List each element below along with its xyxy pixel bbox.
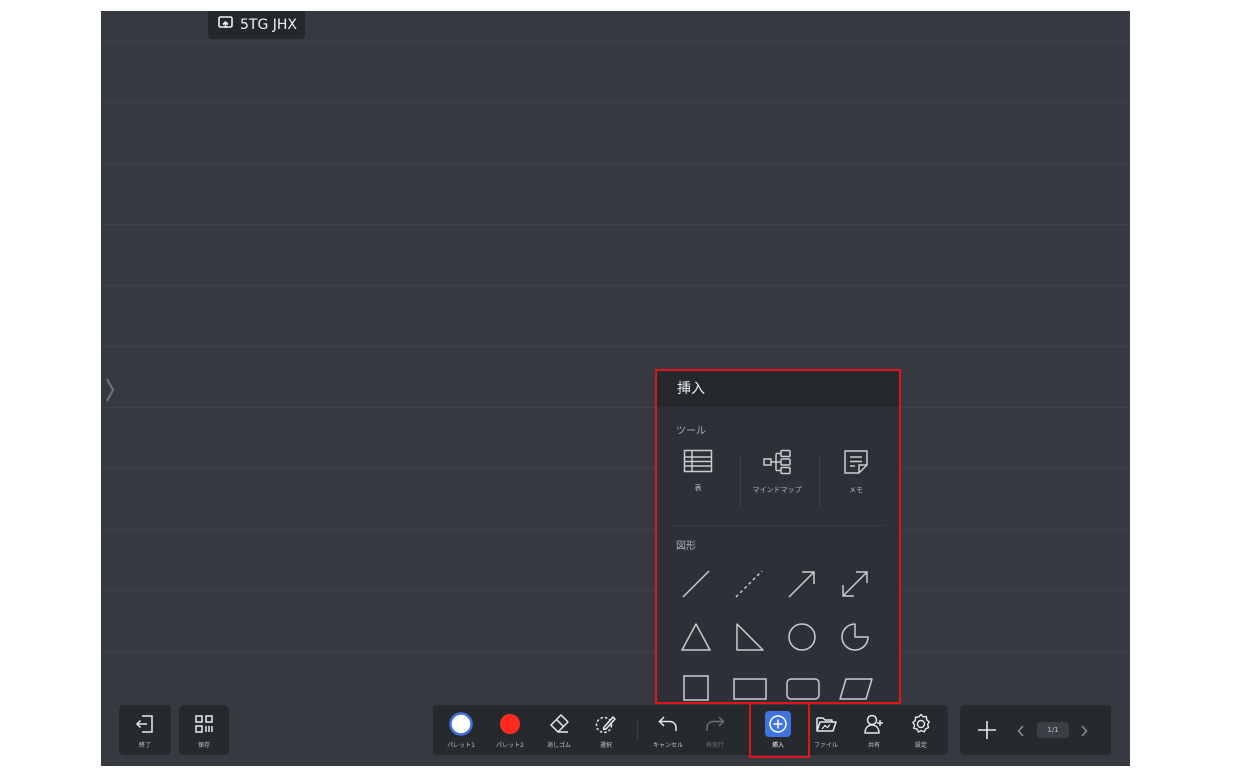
grid-line [101, 529, 1130, 530]
add-user-icon [862, 712, 886, 736]
palette2-swatch-icon [498, 712, 522, 736]
room-code-badge[interactable]: 5TG JHX [208, 11, 306, 39]
grid-line [101, 41, 1130, 42]
redo-icon [703, 712, 727, 736]
chevron-right-icon [1081, 725, 1088, 737]
grid-line [101, 102, 1130, 103]
eraser-button[interactable]: 消しゴム [537, 705, 581, 755]
grid-line [101, 285, 1130, 286]
settings-button[interactable]: 設定 [899, 705, 943, 755]
plus-icon [978, 721, 996, 739]
undo-label: キャンセル [652, 742, 683, 749]
room-code: 5TG JHX [240, 17, 298, 33]
main-toolbar: パレット1 パレット2 消しゴム 選択 キャンセル 再実行 挿入 ファイル 共有… [433, 705, 948, 755]
save-label: 保存 [197, 742, 210, 749]
sidebar-expand-handle[interactable] [105, 377, 115, 403]
grid-line [101, 407, 1130, 408]
palette1-label: パレット1 [447, 742, 475, 749]
grid-line [101, 163, 1130, 164]
save-panel: 保存 [179, 705, 229, 755]
select-button[interactable]: 選択 [584, 705, 628, 755]
chevron-right-icon [106, 378, 115, 402]
grid-line [101, 224, 1130, 225]
gear-icon [909, 712, 933, 736]
grid-line [101, 346, 1130, 347]
insert-button-highlight [749, 702, 810, 758]
whiteboard-canvas[interactable]: 5TG JHX 挿入 ツール 表 マインドマップ メモ 図形 終了 保存 パレッ… [101, 11, 1130, 766]
palette1-button[interactable]: パレット1 [439, 705, 483, 755]
select-label: 選択 [599, 742, 612, 749]
redo-button[interactable]: 再実行 [693, 705, 737, 755]
screen-share-icon [218, 16, 233, 34]
exit-panel: 終了 [119, 705, 171, 755]
insert-panel-highlight [655, 369, 901, 704]
file-button[interactable]: ファイル [804, 705, 848, 755]
grid-line [101, 468, 1130, 469]
palette2-label: パレット2 [496, 742, 524, 749]
palette1-swatch-icon [449, 712, 473, 736]
next-page-button[interactable] [1079, 723, 1089, 737]
qr-code-icon [192, 712, 216, 736]
share-button[interactable]: 共有 [852, 705, 896, 755]
file-label: ファイル [813, 742, 838, 749]
divider [637, 719, 638, 741]
grid-line [101, 651, 1130, 652]
eraser-label: 消しゴム [546, 742, 571, 749]
exit-button[interactable]: 終了 [123, 705, 167, 755]
palette2-button[interactable]: パレット2 [488, 705, 532, 755]
save-button[interactable]: 保存 [182, 705, 226, 755]
prev-page-button[interactable] [1016, 723, 1026, 737]
exit-label: 終了 [138, 742, 151, 749]
settings-label: 設定 [914, 742, 927, 749]
undo-icon [656, 712, 680, 736]
share-label: 共有 [867, 742, 880, 749]
exit-icon [133, 712, 157, 736]
redo-label: 再実行 [705, 742, 724, 749]
eraser-icon [547, 712, 571, 736]
grid-line [101, 590, 1130, 591]
add-page-button[interactable] [976, 719, 998, 741]
chevron-left-icon [1017, 725, 1024, 737]
folder-image-icon [814, 712, 838, 736]
page-indicator: 1/1 [1037, 722, 1069, 738]
undo-button[interactable]: キャンセル [646, 705, 690, 755]
page-navigator: 1/1 [960, 705, 1111, 755]
lasso-select-icon [594, 712, 618, 736]
